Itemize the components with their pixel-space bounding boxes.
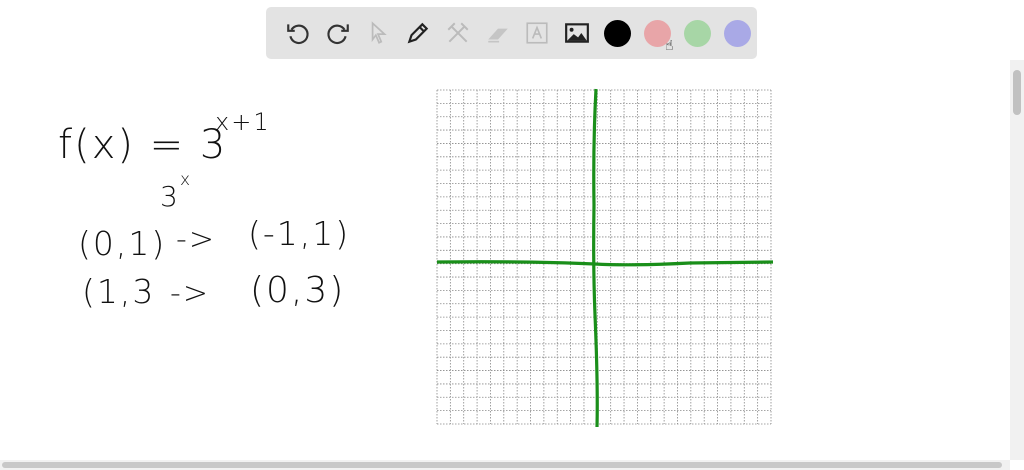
image-button[interactable] bbox=[557, 13, 597, 53]
horizontal-scrollbar[interactable] bbox=[0, 460, 1010, 470]
function-text: f(x) = 3 bbox=[58, 122, 228, 168]
color-green[interactable] bbox=[677, 13, 717, 53]
text-button[interactable] bbox=[518, 13, 558, 53]
toolbar bbox=[266, 7, 757, 59]
function-exponent: x+1 bbox=[215, 108, 271, 136]
hand-cursor-icon: ☝ bbox=[665, 38, 674, 54]
select-button[interactable] bbox=[358, 13, 398, 53]
color-swatch bbox=[683, 19, 711, 47]
eraser-icon bbox=[487, 28, 508, 43]
text-icon bbox=[526, 22, 549, 44]
scroll-thumb[interactable] bbox=[1013, 70, 1021, 115]
tools-button[interactable] bbox=[438, 13, 478, 53]
tools-icon bbox=[447, 22, 469, 43]
point-original-2: (1,3 bbox=[82, 272, 156, 311]
base-exponent: x bbox=[180, 170, 193, 190]
image-icon bbox=[565, 23, 590, 43]
arrow-1: -> bbox=[176, 222, 216, 257]
undo-icon bbox=[287, 24, 309, 45]
scroll-thumb[interactable] bbox=[2, 462, 1002, 468]
pen-button[interactable] bbox=[398, 13, 438, 53]
arrow-2: -> bbox=[170, 276, 210, 311]
x-axis bbox=[436, 260, 774, 267]
point-shifted-2: (0,3) bbox=[250, 270, 346, 311]
point-shifted-1: (-1,1) bbox=[248, 214, 351, 253]
color-swatch bbox=[723, 19, 751, 47]
select-icon bbox=[371, 21, 387, 44]
color-blue[interactable] bbox=[717, 13, 757, 53]
point-original-1: (0,1) bbox=[78, 224, 167, 263]
eraser-button[interactable] bbox=[478, 13, 518, 53]
base-function: 3 bbox=[160, 180, 180, 213]
vertical-scrollbar[interactable] bbox=[1010, 60, 1024, 460]
whiteboard-canvas[interactable]: f(x) = 3 x+1 3 x (0,1) -> (-1,1) (1,3 ->… bbox=[0, 60, 1010, 460]
y-axis bbox=[592, 88, 599, 428]
pen-icon bbox=[407, 22, 428, 44]
coordinate-grid bbox=[436, 88, 774, 428]
redo-icon bbox=[327, 24, 349, 45]
undo-button[interactable] bbox=[278, 13, 318, 53]
color-black[interactable] bbox=[597, 13, 637, 53]
color-swatch bbox=[603, 19, 631, 47]
redo-button[interactable] bbox=[318, 13, 358, 53]
